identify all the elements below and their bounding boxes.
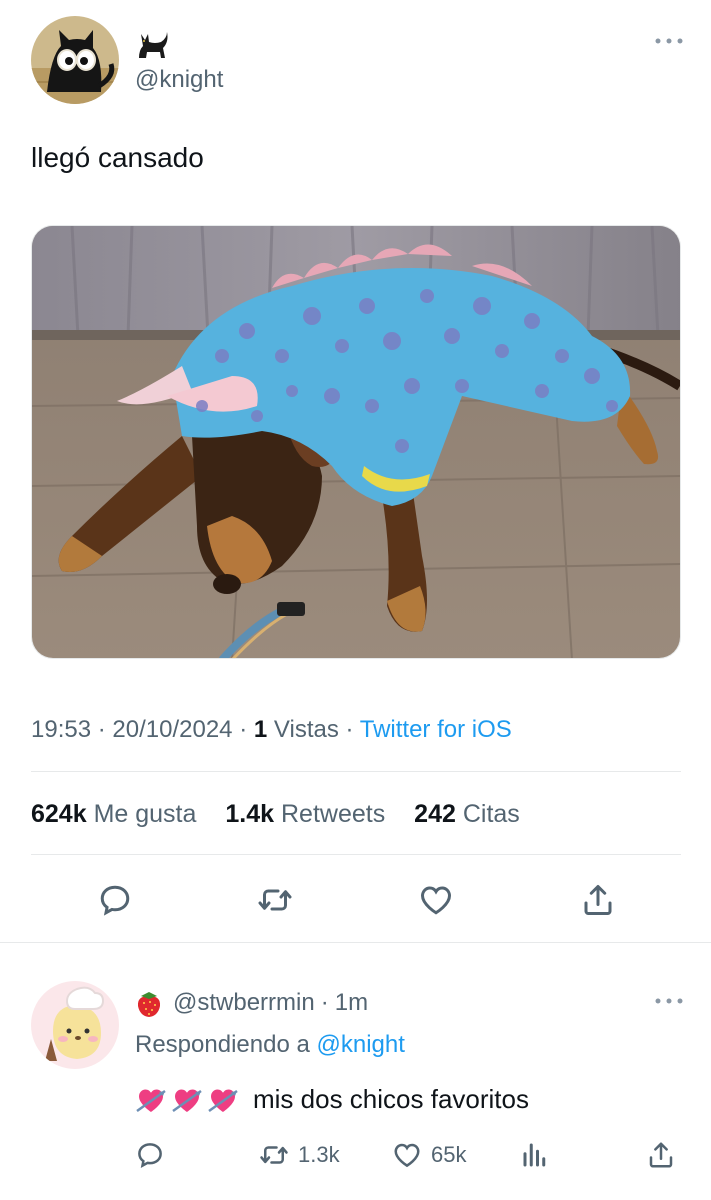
retweets-stat[interactable]: 1.4k Retweets — [225, 800, 385, 828]
reply-more-options-icon[interactable] — [652, 992, 686, 1012]
share-icon — [584, 885, 612, 915]
engagement-stats: 624k Me gusta 1.4k Retweets 242 Citas — [31, 800, 542, 829]
reply-avatar[interactable] — [31, 981, 119, 1069]
analytics-icon — [523, 1143, 546, 1167]
retweets-count: 1.4k — [225, 800, 275, 828]
strawberry-icon — [135, 988, 163, 1018]
reply-button[interactable] — [94, 879, 136, 921]
replying-to: Respondiendo a @knight — [135, 1031, 405, 1059]
reply-share-button[interactable] — [646, 1138, 676, 1172]
divider — [31, 771, 681, 772]
heart-with-arrow-icon — [208, 1089, 238, 1112]
heart-emoji-group — [135, 1085, 243, 1115]
reply-header: @stwberrmin · 1m — [135, 988, 368, 1018]
author-handle[interactable]: @knight — [135, 66, 223, 94]
tweet-date: 20/10/2024 — [112, 716, 233, 743]
share-button[interactable] — [577, 879, 619, 921]
share-icon — [649, 1142, 673, 1168]
black-cat-icon — [135, 32, 169, 66]
display-name[interactable] — [135, 28, 169, 67]
separator: · — [320, 989, 329, 1016]
reply-analytics-button[interactable] — [520, 1138, 550, 1172]
reply-handle[interactable]: @stwberrmin — [173, 989, 315, 1017]
retweet-icon — [260, 1146, 288, 1164]
likes-label: Me gusta — [93, 800, 197, 828]
quotes-count: 242 — [414, 800, 456, 828]
retweet-icon — [258, 889, 292, 911]
more-options-icon[interactable] — [652, 32, 686, 52]
heart-with-arrow-icon — [136, 1089, 166, 1112]
replying-prefix: Respondiendo a — [135, 1031, 310, 1058]
likes-stat[interactable]: 624k Me gusta — [31, 800, 196, 828]
quotes-label: Citas — [462, 800, 520, 828]
tweet-metadata: 19:53 · 20/10/2024 · 1 Vistas · Twitter … — [31, 716, 512, 744]
reply-body: mis dos chicos favoritos — [135, 1084, 529, 1115]
reply-reply-button[interactable] — [135, 1138, 165, 1172]
reply-text: mis dos chicos favoritos — [253, 1084, 529, 1114]
separator: · — [345, 716, 354, 743]
like-icon — [420, 886, 452, 915]
quotes-stat[interactable]: 242 Citas — [414, 800, 520, 828]
reply-time[interactable]: 1m — [335, 989, 368, 1017]
reply-like-button[interactable]: 65k — [391, 1138, 466, 1172]
views-count: 1 — [253, 716, 268, 743]
reply-icon — [138, 1143, 162, 1169]
retweets-label: Retweets — [281, 800, 386, 828]
retweet-button[interactable] — [254, 879, 296, 921]
like-button[interactable] — [415, 879, 457, 921]
tweet-photo[interactable] — [31, 225, 681, 659]
client-link[interactable]: Twitter for iOS — [360, 716, 512, 743]
heart-with-arrow-icon — [172, 1089, 202, 1112]
tweet-text: llegó cansado — [31, 142, 204, 173]
likes-count: 624k — [31, 800, 87, 828]
reply-retweet-button[interactable]: 1.3k — [258, 1138, 340, 1172]
replying-mention[interactable]: @knight — [316, 1031, 404, 1058]
reply-like-count: 65k — [431, 1142, 467, 1167]
reply-retweet-count: 1.3k — [298, 1142, 340, 1167]
like-icon — [394, 1143, 420, 1168]
separator: · — [239, 716, 248, 743]
views-label: Vistas — [273, 716, 339, 743]
divider — [0, 942, 711, 943]
reply-icon — [100, 885, 130, 916]
divider — [31, 854, 681, 855]
avatar[interactable] — [31, 16, 119, 104]
separator: · — [97, 716, 106, 743]
tweet-time: 19:53 — [31, 716, 92, 743]
